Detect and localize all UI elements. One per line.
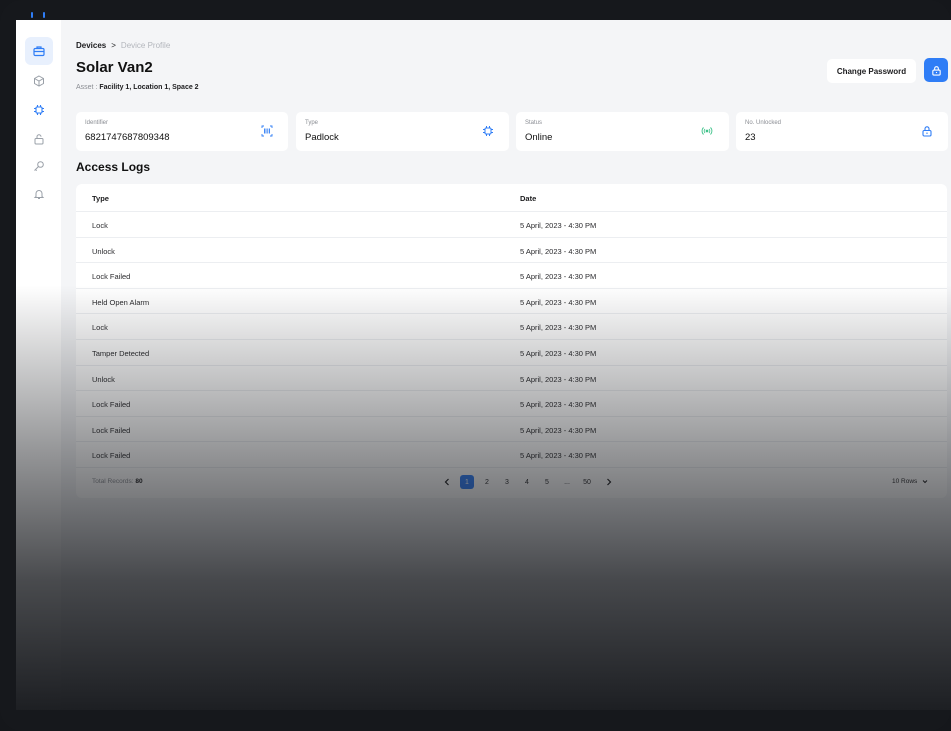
breadcrumb: Devices > Device Profile [76,41,170,50]
log-type-cell: Lock Failed [92,425,131,435]
lock-device-button[interactable] [924,58,948,82]
identifier-value: 6821747687809348 [85,132,170,143]
log-type-cell: Tamper Detected [92,349,150,358]
status-card: Status Online [516,112,729,151]
table-row[interactable]: Lock Failed 5 April, 2023 - 4:30 PM [76,391,947,417]
camera-notch-icon [31,12,45,18]
identifier-label: Identifier [85,120,109,126]
rows-per-page-value: 10 Rows [892,478,918,485]
log-date-cell: 5 April, 2023 - 4:30 PM [520,297,597,307]
table-row[interactable]: Lock 5 April, 2023 - 4:30 PM [76,212,947,238]
total-records-value: 80 [135,478,143,485]
sidebar [16,20,61,710]
asset-label: Asset : [76,84,98,91]
table-row[interactable]: Lock Failed 5 April, 2023 - 4:30 PM [76,263,947,289]
page-button-50[interactable]: 50 [580,475,594,489]
app-screen: Devices > Device Profile Solar Van2 Asse… [16,20,951,710]
table-row[interactable]: Unlock 5 April, 2023 - 4:30 PM [76,238,947,264]
log-type-cell: Lock [92,221,108,230]
log-date-cell: 5 April, 2023 - 4:30 PM [520,374,597,384]
table-row[interactable]: Tamper Detected 5 April, 2023 - 4:30 PM [76,340,947,366]
main-content: Devices > Device Profile Solar Van2 Asse… [76,20,951,710]
page-title: Solar Van2 [76,59,153,76]
total-records-label: Total Records: [92,478,134,485]
previous-page-button[interactable] [442,475,452,489]
asset-line: Asset : Facility 1, Location 1, Space 2 [76,84,199,91]
status-label: Status [525,120,543,126]
sidebar-item-devices[interactable] [25,96,53,124]
sidebar-item-keys[interactable] [25,152,53,180]
type-card: Type Padlock [296,112,509,151]
cube-icon [34,75,44,87]
log-date-cell: 5 April, 2023 - 4:30 PM [520,349,597,358]
signal-icon [700,124,714,138]
log-type-cell: Lock Failed [92,451,131,461]
table-row[interactable]: Held Open Alarm 5 April, 2023 - 4:30 PM [76,289,947,315]
access-logs-title: Access Logs [76,160,151,174]
sidebar-item-box[interactable] [25,67,53,95]
type-value: Padlock [305,132,339,143]
briefcase-icon [33,46,45,57]
next-page-button[interactable] [604,475,614,489]
total-records: Total Records: 80 [92,478,143,485]
breadcrumb-devices-link[interactable]: Devices [76,41,106,50]
identifier-card: Identifier 6821747687809348 [76,112,288,151]
page-button-5[interactable]: 5 [540,475,554,489]
log-type-cell: Lock Failed [92,400,131,410]
key-icon [34,161,44,172]
rows-per-page-select[interactable]: 10 Rows [892,478,928,485]
padlock-icon [931,65,941,76]
log-type-cell: Lock [92,323,108,333]
device-frame: Devices > Device Profile Solar Van2 Asse… [0,0,951,731]
chip-icon [481,124,495,138]
chevron-down-icon [922,480,928,484]
unlocked-value: 23 [745,132,756,143]
table-header: Type Date [76,184,947,212]
log-type-cell: Held Open Alarm [92,297,150,307]
padlock-outline-icon [34,134,44,145]
log-date-cell: 5 April, 2023 - 4:30 PM [520,246,597,256]
change-password-button[interactable]: Change Password [827,59,916,83]
page-button-4[interactable]: 4 [520,475,534,489]
pagination: 1 2 3 4 5 ... 50 [442,475,614,489]
bell-icon [33,190,45,199]
log-date-cell: 5 April, 2023 - 4:30 PM [520,272,597,282]
page-button-3[interactable]: 3 [500,475,514,489]
barcode-icon [260,124,274,138]
log-type-cell: Lock Failed [92,272,131,282]
log-date-cell: 5 April, 2023 - 4:30 PM [520,323,597,333]
table-row[interactable]: Unlock 5 April, 2023 - 4:30 PM [76,366,947,392]
type-label: Type [305,120,319,126]
asset-value: Facility 1, Location 1, Space 2 [99,84,199,91]
page-ellipsis: ... [564,478,570,486]
padlock-icon [920,124,934,138]
log-date-cell: 5 April, 2023 - 4:30 PM [520,400,597,410]
table-row[interactable]: Lock 5 April, 2023 - 4:30 PM [76,314,947,340]
chevron-left-icon [444,478,449,486]
log-date-cell: 5 April, 2023 - 4:30 PM [520,451,597,461]
page-button-2[interactable]: 2 [480,475,494,489]
log-date-cell: 5 April, 2023 - 4:30 PM [520,221,597,230]
unlocked-label: No. Unlocked [745,120,782,126]
log-date-cell: 5 April, 2023 - 4:30 PM [520,425,597,435]
access-logs-table: Type Date Lock 5 April, 2023 - 4:30 PM Unl… [76,184,947,498]
sidebar-item-briefcase[interactable] [25,37,53,65]
chevron-right-icon [607,478,612,486]
column-header-date[interactable]: Date [520,194,536,203]
breadcrumb-separator: > [111,41,116,50]
page-button-1[interactable]: 1 [460,475,474,489]
breadcrumb-current: Device Profile [120,41,171,50]
sidebar-item-notifications[interactable] [25,180,53,208]
sidebar-item-locks[interactable] [25,125,53,153]
table-row[interactable]: Lock Failed 5 April, 2023 - 4:30 PM [76,417,947,443]
status-value: Online [525,132,553,143]
table-row[interactable]: Lock Failed 5 April, 2023 - 4:30 PM [76,442,947,468]
column-header-type[interactable]: Type [92,194,109,203]
log-type-cell: Unlock [92,374,115,384]
chip-icon [34,105,44,115]
unlocked-card: No. Unlocked 23 [736,112,948,151]
log-type-cell: Unlock [92,246,115,256]
table-footer: Total Records: 80 1 2 3 4 5 ... 50 10 Ro… [76,468,947,498]
